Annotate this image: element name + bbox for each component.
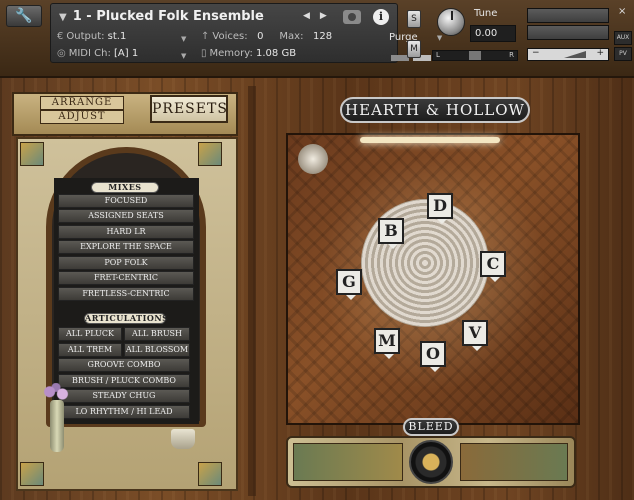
articulation-item[interactable]: STEADY CHUG: [58, 389, 190, 403]
mixes-header: MIXES: [91, 182, 159, 193]
player-b[interactable]: B: [378, 218, 404, 249]
tab-adjust[interactable]: ADJUST: [40, 110, 124, 124]
brand-title: HEARTH & HOLLOW: [340, 97, 530, 123]
mix-item[interactable]: HARD LR: [58, 225, 194, 239]
articulations-header: ARTICULATIONS: [84, 313, 169, 324]
camera-icon[interactable]: [343, 10, 361, 24]
bleed-knob[interactable]: [409, 440, 453, 484]
articulation-item[interactable]: BRUSH / PLUCK COMBO: [58, 374, 190, 388]
tune-knob[interactable]: [437, 8, 465, 36]
instrument-header: 🔧 ▼ 1 - Plucked Folk Ensemble ◀▶ i € Outpu…: [0, 0, 634, 78]
lamp-icon: [298, 144, 328, 174]
player-g[interactable]: G: [336, 269, 362, 300]
player-c[interactable]: C: [480, 251, 506, 282]
tab-arrange[interactable]: ARRANGE: [40, 96, 124, 110]
output-row[interactable]: € Output: st.1: [57, 31, 126, 42]
mix-item[interactable]: FOCUSED: [58, 194, 194, 208]
instrument-name: 1 - Plucked Folk Ensemble: [72, 9, 264, 24]
tune-value[interactable]: 0.00: [470, 25, 516, 42]
voices-value: 0: [257, 31, 264, 42]
tune-label: Tune: [474, 8, 498, 19]
player-o[interactable]: O: [420, 341, 446, 372]
collapse-triangle-icon[interactable]: ▼: [59, 12, 67, 23]
vase-decoration: [50, 400, 64, 452]
midi-value: [A] 1: [114, 48, 139, 59]
midi-dropdown-icon[interactable]: ▼: [181, 52, 186, 60]
output-icon: €: [57, 31, 64, 42]
pan-slider[interactable]: L R: [432, 50, 518, 61]
memory-value: 1.08 GB: [256, 48, 297, 59]
corner-ornament-icon: [20, 142, 44, 166]
ceiling-light: [360, 137, 500, 143]
mix-item[interactable]: ASSIGNED SEATS: [58, 209, 194, 223]
output-dropdown-icon[interactable]: ▼: [181, 35, 186, 43]
voices-icon: ↑: [201, 31, 210, 42]
instrument-title[interactable]: ▼ 1 - Plucked Folk Ensemble: [59, 9, 264, 24]
instrument-panel: ▼ 1 - Plucked Folk Ensemble ◀▶ i € Output:…: [50, 3, 442, 63]
mix-item[interactable]: FRET-CENTRIC: [58, 271, 194, 285]
volume-slider[interactable]: − +: [527, 48, 609, 61]
close-icon[interactable]: ×: [618, 6, 626, 17]
level-meter-left: [527, 8, 609, 23]
instrument-nav-arrows[interactable]: ◀▶: [303, 11, 337, 21]
mute-button[interactable]: M: [407, 40, 421, 58]
output-value: st.1: [107, 31, 127, 42]
articulation-item[interactable]: ALL PLUCK: [58, 327, 122, 341]
aux-button[interactable]: AUX: [614, 31, 632, 45]
corner-ornament-icon: [198, 462, 222, 486]
level-meter-right: [527, 25, 609, 40]
mix-item[interactable]: FRETLESS-CENTRIC: [58, 287, 194, 301]
bleed-label: BLEED: [403, 418, 459, 436]
voices-row: ↑ Voices: 0 Max: 128: [201, 31, 333, 42]
purge-dropdown-icon: ▼: [436, 34, 443, 42]
pan-handle[interactable]: [469, 51, 481, 60]
bleed-art-right: [460, 443, 568, 481]
midi-icon: ◎: [57, 48, 66, 59]
volume-handle[interactable]: [564, 51, 586, 58]
midi-row[interactable]: ◎ MIDI Ch: [A] 1: [57, 48, 138, 59]
solo-button[interactable]: S: [407, 10, 421, 28]
info-icon[interactable]: i: [373, 9, 389, 25]
corner-ornament-icon: [198, 142, 222, 166]
player-v[interactable]: V: [462, 320, 488, 351]
pv-button[interactable]: PV: [614, 47, 632, 61]
memory-icon: ▯: [201, 48, 207, 59]
wrench-icon[interactable]: 🔧: [6, 5, 42, 27]
articulation-item[interactable]: GROOVE COMBO: [58, 358, 190, 372]
articulation-item[interactable]: ALL TREM: [58, 343, 122, 357]
memory-row: ▯ Memory: 1.08 GB: [201, 48, 297, 59]
articulation-item[interactable]: LO RHYTHM / HI LEAD: [58, 405, 190, 419]
corner-ornament-icon: [20, 462, 44, 486]
mix-item[interactable]: POP FOLK: [58, 256, 194, 270]
player-m[interactable]: M: [374, 328, 400, 359]
wood-divider: [248, 86, 256, 496]
cup-decoration: [171, 429, 195, 449]
articulation-item[interactable]: ALL BLOSSOM: [124, 343, 190, 357]
mix-item[interactable]: EXPLORE THE SPACE: [58, 240, 194, 254]
bleed-art-left: [293, 443, 403, 481]
tab-presets[interactable]: PRESETS: [150, 95, 228, 123]
max-voices-value[interactable]: 128: [313, 31, 332, 42]
articulation-item[interactable]: ALL BRUSH: [124, 327, 190, 341]
player-d[interactable]: D: [427, 193, 453, 224]
